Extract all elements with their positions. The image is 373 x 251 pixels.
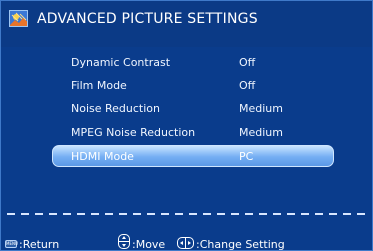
change-setting-hint: :Change Setting	[196, 238, 285, 251]
menu-item-dynamic-contrast[interactable]: Dynamic Contrast Off	[53, 51, 335, 73]
menu-item-label: Noise Reduction	[71, 102, 160, 115]
menu-item-value: Medium	[239, 126, 283, 139]
menu-item-label: Dynamic Contrast	[71, 56, 171, 69]
menu-item-mpeg-noise-reduction[interactable]: MPEG Noise Reduction Medium	[53, 121, 335, 143]
menu-item-label: Film Mode	[71, 79, 127, 92]
return-hint: :Return	[19, 238, 60, 251]
menu-item-value: Off	[239, 79, 256, 92]
menu-key-icon: MENU	[5, 240, 18, 248]
menu-item-noise-reduction[interactable]: Noise Reduction Medium	[53, 97, 335, 119]
up-down-arrow-icon	[118, 234, 130, 249]
osd-panel: ADVANCED PICTURE SETTINGS Dynamic Contra…	[0, 0, 373, 251]
page-title: ADVANCED PICTURE SETTINGS	[37, 11, 258, 27]
menu-item-label: MPEG Noise Reduction	[71, 126, 196, 139]
menu-item-label: HDMI Mode	[71, 150, 134, 163]
menu-item-value: PC	[239, 150, 254, 163]
picture-settings-icon	[9, 10, 28, 27]
menu-item-value: Medium	[239, 102, 283, 115]
move-hint: :Move	[132, 238, 166, 251]
left-right-arrow-icon	[177, 237, 194, 249]
footer-divider	[7, 213, 367, 215]
menu-item-value: Off	[239, 56, 256, 69]
menu-header: ADVANCED PICTURE SETTINGS	[1, 1, 372, 47]
menu-item-hdmi-mode[interactable]: HDMI Mode PC	[52, 145, 334, 167]
footer-hints: MENU :Return :Move :Change Setting	[1, 229, 372, 251]
menu-item-film-mode[interactable]: Film Mode Off	[53, 74, 335, 96]
